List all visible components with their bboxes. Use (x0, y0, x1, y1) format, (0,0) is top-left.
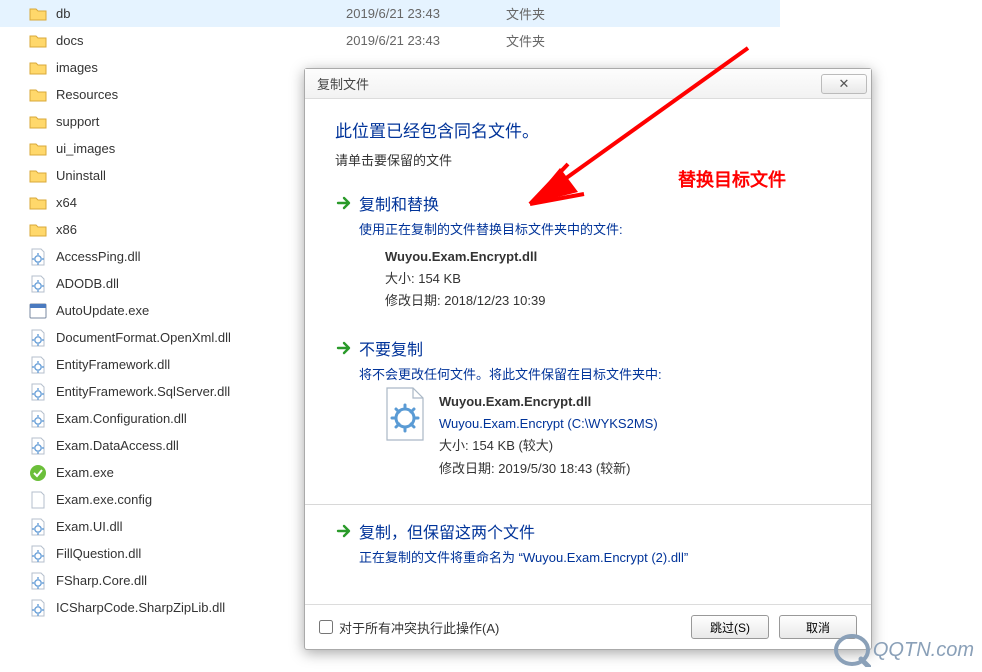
close-button[interactable]: ✕ (821, 74, 867, 94)
watermark-text: QQTN.com (873, 639, 974, 662)
file-name: Uninstall (56, 168, 346, 183)
apply-all-checkbox[interactable] (319, 620, 333, 634)
file-row[interactable]: docs2019/6/21 23:43文件夹 (0, 27, 780, 54)
folder-icon (28, 31, 48, 51)
folder-icon (28, 4, 48, 24)
option2-modified: 修改日期: 2019/5/30 18:43 (较新) (439, 458, 841, 480)
file-name: FillQuestion.dll (56, 546, 346, 561)
dll-icon (28, 382, 48, 402)
folder-icon (28, 166, 48, 186)
file-type: 文件夹 (506, 4, 545, 23)
option3-title: 复制，但保留这两个文件 (359, 519, 535, 543)
watermark: QQTN.com (792, 628, 982, 672)
option2-size: 大小: 154 KB (较大) (439, 435, 841, 457)
apply-all-label: 对于所有冲突执行此操作(A) (339, 618, 499, 637)
option1-size: 大小: 154 KB (385, 268, 841, 290)
file-date: 2019/6/21 23:43 (346, 33, 506, 48)
file-name: images (56, 60, 346, 75)
separator (305, 504, 871, 505)
file-name: DocumentFormat.OpenXml.dll (56, 330, 346, 345)
file-name: AccessPing.dll (56, 249, 346, 264)
file-name: Resources (56, 87, 346, 102)
dll-icon (28, 247, 48, 267)
option1-modified: 修改日期: 2018/12/23 10:39 (385, 290, 841, 312)
option2-file-name: Wuyou.Exam.Encrypt.dll (439, 391, 841, 413)
apply-all-checkbox-label[interactable]: 对于所有冲突执行此操作(A) (319, 618, 681, 637)
arrow-right-icon (335, 194, 353, 212)
file-name: Exam.exe (56, 465, 346, 480)
option-copy-keep-both[interactable]: 复制，但保留这两个文件 正在复制的文件将重命名为 “Wuyou.Exam.Enc… (335, 519, 841, 566)
file-name: ui_images (56, 141, 346, 156)
folder-icon (28, 85, 48, 105)
exe-green-icon (28, 463, 48, 483)
file-date: 2019/6/21 23:43 (346, 6, 506, 21)
option1-desc: 使用正在复制的文件替换目标文件夹中的文件: (359, 219, 841, 238)
file-name: EntityFramework.SqlServer.dll (56, 384, 346, 399)
file-name: AutoUpdate.exe (56, 303, 346, 318)
dialog-headline: 此位置已经包含同名文件。 (335, 117, 841, 142)
arrow-right-icon (335, 522, 353, 540)
dll-icon (28, 328, 48, 348)
dialog-body: 此位置已经包含同名文件。 请单击要保留的文件 复制和替换 使用正在复制的文件替换… (305, 99, 871, 604)
file-name: ADODB.dll (56, 276, 346, 291)
copy-file-dialog: 复制文件 ✕ 此位置已经包含同名文件。 请单击要保留的文件 复制和替换 使用正在… (304, 68, 872, 650)
file-name: Exam.DataAccess.dll (56, 438, 346, 453)
dll-icon (28, 274, 48, 294)
folder-icon (28, 220, 48, 240)
folder-icon (28, 112, 48, 132)
annotation-text: 替换目标文件 (678, 166, 786, 192)
close-icon: ✕ (839, 76, 850, 92)
file-name: Exam.Configuration.dll (56, 411, 346, 426)
dialog-footer: 对于所有冲突执行此操作(A) 跳过(S) 取消 (305, 604, 871, 649)
watermark-logo-icon (833, 633, 871, 667)
file-name: Exam.UI.dll (56, 519, 346, 534)
file-name: Exam.exe.config (56, 492, 346, 507)
file-name: x86 (56, 222, 346, 237)
option3-desc: 正在复制的文件将重命名为 “Wuyou.Exam.Encrypt (2).dll… (359, 547, 841, 566)
dialog-titlebar[interactable]: 复制文件 ✕ (305, 69, 871, 99)
dll-icon (28, 436, 48, 456)
dialog-title: 复制文件 (317, 74, 821, 93)
folder-icon (28, 58, 48, 78)
dll-icon (28, 355, 48, 375)
folder-icon (28, 193, 48, 213)
exe-icon (28, 301, 48, 321)
file-name: EntityFramework.dll (56, 357, 346, 372)
file-name: ICSharpCode.SharpZipLib.dll (56, 600, 346, 615)
option-copy-replace[interactable]: 复制和替换 使用正在复制的文件替换目标文件夹中的文件: Wuyou.Exam.E… (335, 191, 841, 312)
dll-icon (28, 517, 48, 537)
option2-location: Wuyou.Exam.Encrypt (C:\WYKS2MS) (439, 413, 841, 435)
file-name: support (56, 114, 346, 129)
dll-icon (28, 571, 48, 591)
file-type: 文件夹 (506, 31, 545, 50)
dll-icon (28, 409, 48, 429)
file-name: db (56, 6, 346, 21)
arrow-right-icon (335, 339, 353, 357)
option2-title: 不要复制 (359, 336, 423, 360)
option2-desc: 将不会更改任何文件。将此文件保留在目标文件夹中: (359, 364, 841, 383)
file-name: FSharp.Core.dll (56, 573, 346, 588)
dll-icon (28, 544, 48, 564)
dll-file-icon (383, 386, 427, 442)
dll-icon (28, 598, 48, 618)
skip-button[interactable]: 跳过(S) (691, 615, 769, 639)
file-row[interactable]: db2019/6/21 23:43文件夹 (0, 0, 780, 27)
file-name: docs (56, 33, 346, 48)
option1-file-name: Wuyou.Exam.Encrypt.dll (385, 246, 841, 268)
file-name: x64 (56, 195, 346, 210)
option-dont-copy[interactable]: 不要复制 将不会更改任何文件。将此文件保留在目标文件夹中: Wuyou.Exam… (335, 336, 841, 479)
file-icon (28, 490, 48, 510)
folder-icon (28, 139, 48, 159)
option1-title: 复制和替换 (359, 191, 439, 215)
